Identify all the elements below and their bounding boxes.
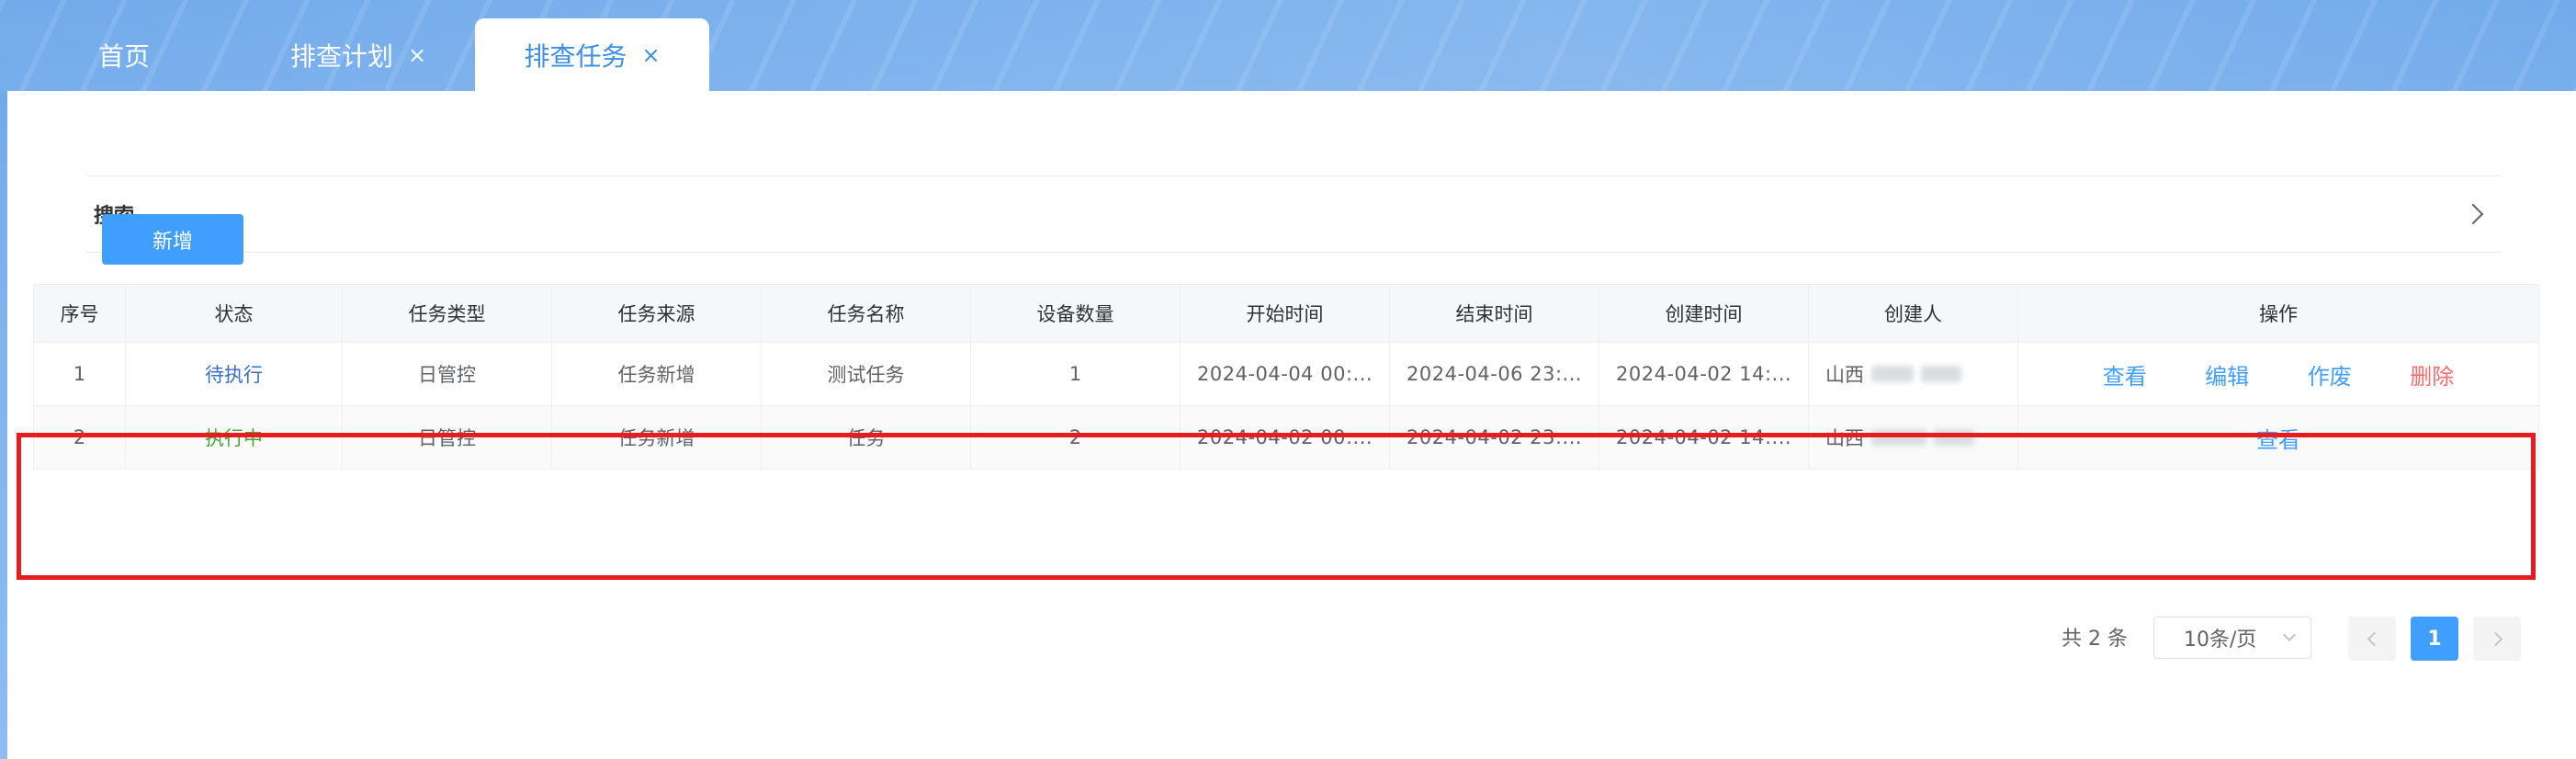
column-header: 创建时间 bbox=[1599, 285, 1809, 342]
chevron-down-icon bbox=[2282, 628, 2297, 642]
status-text: 执行中 bbox=[126, 406, 343, 469]
creator-cell: 山西 bbox=[1809, 343, 2018, 405]
void-link[interactable]: 作废 bbox=[2308, 358, 2352, 391]
status-text: 待执行 bbox=[126, 343, 343, 405]
column-header: 结束时间 bbox=[1390, 285, 1599, 342]
task-table: 序号 状态 任务类型 任务来源 任务名称 设备数量 开始时间 结束时间 创建时间… bbox=[33, 284, 2539, 470]
column-header: 任务名称 bbox=[762, 285, 971, 342]
column-header: 任务类型 bbox=[343, 285, 552, 342]
tab-inspection-task[interactable]: 排查任务 × bbox=[475, 18, 709, 91]
redacted-text bbox=[1921, 366, 1961, 382]
table-row[interactable]: 1 待执行 日管控 任务新增 测试任务 1 2024-04-04 00:... … bbox=[34, 343, 2538, 406]
created-time: 2024-04-02 14:... bbox=[1599, 406, 1809, 469]
end-time: 2024-04-06 23:... bbox=[1390, 343, 1599, 405]
add-button[interactable]: 新增 bbox=[102, 214, 243, 265]
column-header: 开始时间 bbox=[1181, 285, 1390, 342]
column-header: 序号 bbox=[34, 285, 126, 342]
column-header: 状态 bbox=[126, 285, 343, 342]
prev-page-button[interactable] bbox=[2348, 617, 2396, 661]
end-time: 2024-04-02 23:... bbox=[1390, 406, 1599, 469]
page-number-button[interactable]: 1 bbox=[2411, 617, 2458, 661]
next-page-button[interactable] bbox=[2473, 617, 2521, 661]
close-icon[interactable]: × bbox=[641, 42, 660, 68]
tab-label: 首页 bbox=[97, 40, 150, 72]
redacted-text bbox=[1934, 429, 1974, 446]
chevron-right-icon bbox=[2488, 631, 2503, 646]
row-index: 1 bbox=[34, 343, 126, 405]
view-link[interactable]: 查看 bbox=[2256, 422, 2300, 454]
device-count: 2 bbox=[971, 406, 1181, 469]
column-header: 设备数量 bbox=[971, 285, 1181, 342]
chevron-left-icon bbox=[2367, 631, 2381, 646]
page-size-select[interactable]: 10条/页 bbox=[2153, 617, 2311, 659]
table-header: 序号 状态 任务类型 任务来源 任务名称 设备数量 开始时间 结束时间 创建时间… bbox=[34, 284, 2538, 343]
close-icon[interactable]: × bbox=[408, 42, 426, 68]
table-row[interactable]: 2 执行中 日管控 任务新增 任务 2 2024-04-02 00:... 20… bbox=[34, 406, 2538, 470]
column-header: 操作 bbox=[2259, 303, 2298, 325]
column-header: 创建人 bbox=[1809, 285, 2018, 342]
row-index: 2 bbox=[34, 406, 126, 469]
pagination-total: 共 2 条 bbox=[2062, 628, 2128, 651]
tab-label: 排查任务 bbox=[524, 40, 627, 72]
edit-link[interactable]: 编辑 bbox=[2205, 358, 2249, 391]
view-link[interactable]: 查看 bbox=[2103, 358, 2147, 391]
tab-bar: 首页 排查计划 × 排查任务 × bbox=[0, 0, 2576, 91]
created-time: 2024-04-02 14:... bbox=[1599, 343, 1809, 405]
tab-home[interactable]: 首页 bbox=[64, 18, 184, 91]
start-time: 2024-04-02 00:... bbox=[1181, 406, 1390, 469]
creator-name: 山西 bbox=[1825, 427, 1864, 449]
task-source: 任务新增 bbox=[552, 343, 762, 405]
task-source: 任务新增 bbox=[552, 406, 762, 469]
delete-link[interactable]: 删除 bbox=[2410, 358, 2454, 391]
start-time: 2024-04-04 00:... bbox=[1181, 343, 1390, 405]
tab-inspection-plan[interactable]: 排查计划 × bbox=[266, 18, 450, 91]
task-name: 任务 bbox=[762, 406, 971, 469]
creator-name: 山西 bbox=[1825, 364, 1864, 386]
task-name: 测试任务 bbox=[762, 343, 971, 405]
search-collapse-header[interactable]: 搜索 bbox=[86, 176, 2501, 253]
column-header: 任务来源 bbox=[552, 285, 762, 342]
task-type: 日管控 bbox=[343, 343, 552, 405]
creator-cell: 山西 bbox=[1809, 406, 2018, 469]
actions-cell: 查看 编辑 作废 删除 bbox=[2018, 343, 2538, 405]
tab-label: 排查计划 bbox=[289, 40, 393, 72]
page-size-value: 10条/页 bbox=[2184, 629, 2257, 651]
redacted-text bbox=[1871, 429, 1926, 446]
chevron-right-icon bbox=[2462, 203, 2484, 225]
device-count: 1 bbox=[971, 343, 1181, 405]
task-type: 日管控 bbox=[343, 406, 552, 469]
actions-cell: 查看 bbox=[2018, 406, 2538, 469]
redacted-text bbox=[1871, 366, 1914, 382]
